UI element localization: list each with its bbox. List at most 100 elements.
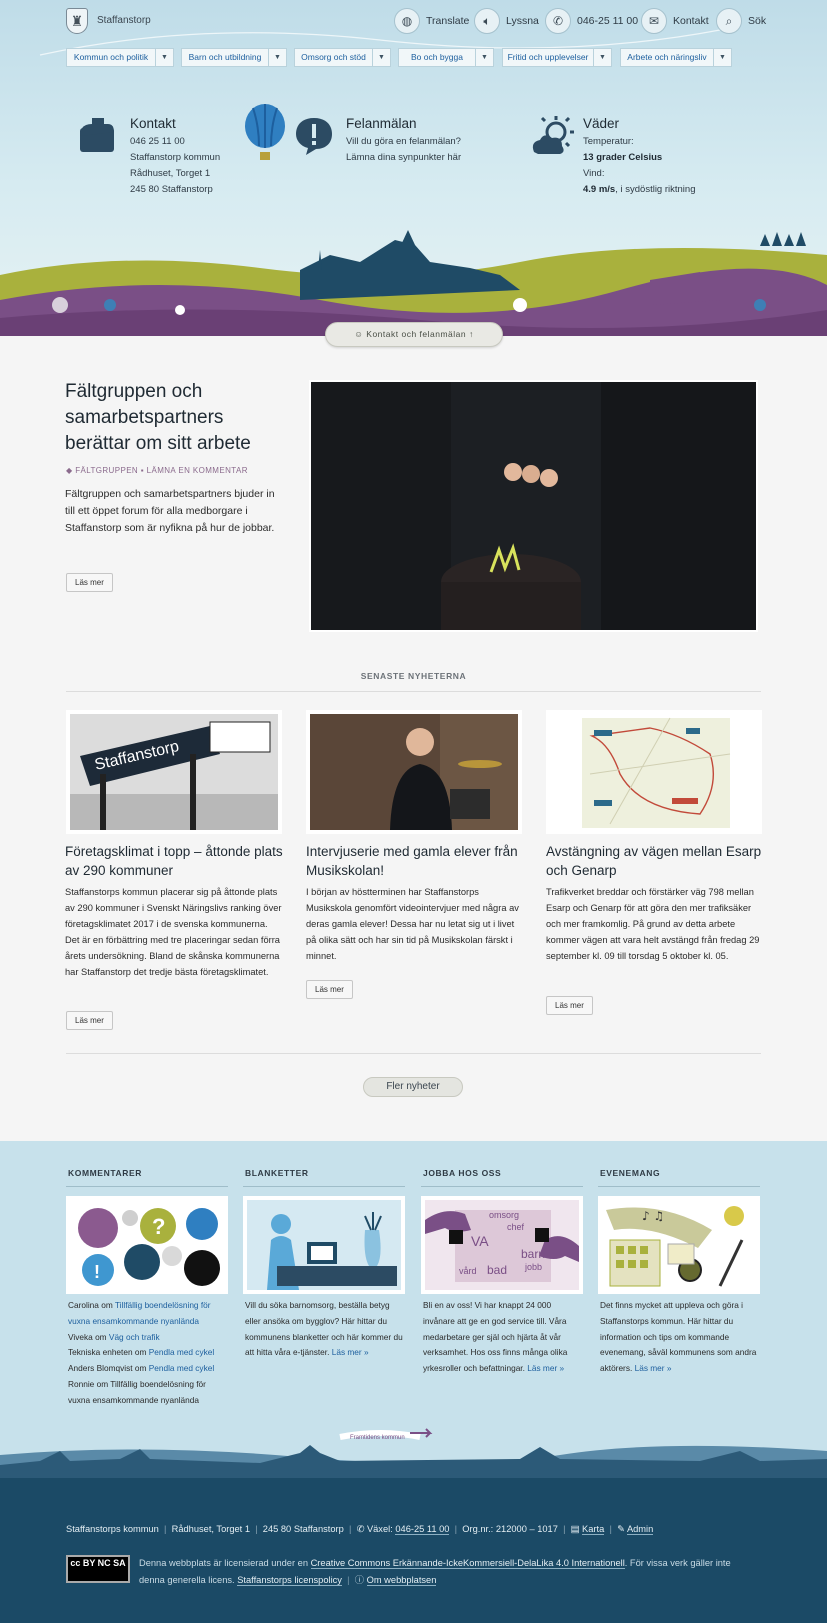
footer-postal: 245 80 Staffanstorp	[262, 1524, 344, 1534]
separator: |	[560, 1524, 569, 1534]
comment-link[interactable]: Pendla med cykel	[149, 1363, 215, 1373]
jobba-image[interactable]: omsorg chef VA barn jobb bad vård	[421, 1196, 583, 1294]
chevron-down-icon[interactable]: ▼	[372, 49, 390, 66]
news-title-2[interactable]: Intervjuserie med gamla elever från Musi…	[306, 842, 526, 880]
road-map-image	[550, 714, 758, 830]
separator: |	[252, 1524, 261, 1534]
feature-tag[interactable]: FÄLTGRUPPEN	[75, 466, 138, 475]
comment-item: Carolina om Tillfällig boendelösning för…	[68, 1298, 230, 1330]
feature-title[interactable]: Fältgruppen och samarbetspartners berätt…	[65, 379, 285, 457]
nav-item-fritid[interactable]: Fritid och upplevelser ▼	[502, 48, 612, 67]
listen-label: Lyssna	[506, 15, 539, 27]
translate-link[interactable]: ◍ Translate	[394, 8, 469, 34]
nav-item-arbete[interactable]: Arbete och näringsliv ▼	[620, 48, 732, 67]
comment-sep: om	[98, 1300, 115, 1310]
felanmalan-line[interactable]: Lämna dina synpunkter här	[346, 150, 461, 166]
news-read-more-1[interactable]: Läs mer	[66, 1011, 113, 1030]
speaker-icon: 🔈︎	[474, 8, 500, 34]
comment-author: Ronnie	[68, 1378, 95, 1389]
skyline-illustration: Framtidens kommun	[0, 1428, 827, 1485]
news-read-more-2[interactable]: Läs mer	[306, 980, 353, 999]
news-title-3[interactable]: Avstängning av vägen mellan Esarp och Ge…	[546, 842, 766, 880]
divider	[66, 1186, 228, 1187]
kommentarer-heading: KOMMENTARER	[68, 1168, 142, 1178]
wind-label: Vind:	[583, 168, 605, 179]
pencil-icon: ✎	[617, 1524, 627, 1534]
about-link[interactable]: Om webbplatsen	[366, 1575, 437, 1586]
nav-label: Omsorg och stöd	[301, 52, 366, 62]
evenemang-text: Det finns mycket att uppleva och göra i …	[600, 1300, 757, 1374]
banner-text: Framtidens kommun	[350, 1435, 405, 1441]
chevron-down-icon[interactable]: ▼	[713, 49, 731, 66]
crest-logo-icon[interactable]: ♜	[66, 8, 88, 34]
wind-direction: , i sydöstlig riktning	[615, 184, 696, 195]
nav-item-bo[interactable]: Bo och bygga ▼	[398, 48, 494, 67]
evenemang-image[interactable]: ♪ ♫	[598, 1196, 760, 1294]
divider	[421, 1186, 583, 1187]
comment-link[interactable]: Pendla med cykel	[149, 1347, 215, 1357]
site-name[interactable]: Staffanstorp	[97, 15, 151, 26]
search-icon: ⌕	[716, 8, 742, 34]
nav-item-omsorg[interactable]: Omsorg och stöd ▼	[294, 48, 391, 67]
chevron-down-icon[interactable]: ▼	[268, 49, 286, 66]
nav-item-barn[interactable]: Barn och utbildning ▼	[181, 48, 287, 67]
chevron-down-icon[interactable]: ▼	[475, 49, 493, 66]
nav-label: Arbete och näringsliv	[627, 52, 707, 62]
blanketter-read-more[interactable]: Läs mer »	[332, 1347, 369, 1357]
comment-author: Anders Blomqvist	[68, 1363, 133, 1374]
news-image-1[interactable]: Staffanstorp	[66, 710, 282, 834]
staffanstorp-sign-photo: Staffanstorp	[70, 714, 278, 830]
feature-meta: ◆ FÄLTGRUPPEN ▪ LÄMNA EN KOMMENTAR	[66, 466, 248, 475]
more-news-button[interactable]: Fler nyheter	[363, 1077, 463, 1097]
felanmalan-title[interactable]: Felanmälan	[346, 116, 461, 132]
comment-link[interactable]: Väg och trafik	[109, 1332, 160, 1342]
img-word: VA	[471, 1233, 489, 1249]
jobba-read-more[interactable]: Läs mer »	[527, 1363, 564, 1373]
separator: |	[161, 1524, 170, 1534]
nav-label: Fritid och upplevelser	[507, 52, 589, 62]
karta-link[interactable]: Karta	[582, 1524, 605, 1535]
jobba-text-block: Bli en av oss! Vi har knappt 24 000 invå…	[423, 1298, 585, 1377]
comment-item: Viveka om Väg och trafik	[68, 1330, 230, 1346]
tag-icon: ◆	[66, 466, 76, 475]
cc-license-badge[interactable]: cc BY NC SA	[66, 1555, 130, 1583]
phone-link[interactable]: ✆ 046-25 11 00	[545, 8, 638, 34]
contact-report-button[interactable]: ☺ Kontakt och felanmälan ↑	[325, 322, 503, 347]
news-text-3: Trafikverket breddar och förstärker väg …	[546, 887, 760, 961]
kontakt-line: 245 80 Staffanstorp	[130, 184, 213, 195]
kommentarer-image[interactable]: ? !	[66, 1196, 228, 1294]
news-image-3[interactable]	[546, 710, 762, 834]
license-link[interactable]: Creative Commons Erkännande-IckeKommersi…	[310, 1558, 625, 1569]
evenemang-read-more[interactable]: Läs mer »	[635, 1363, 672, 1373]
admin-link[interactable]: Admin	[626, 1524, 654, 1535]
news-section-title: SENASTE NYHETERNA	[360, 671, 467, 681]
contact-link[interactable]: ✉ Kontakt	[641, 8, 709, 34]
blanketter-image[interactable]	[243, 1196, 405, 1294]
nav-label: Bo och bygga	[411, 52, 463, 62]
puzzle-hands-illustration: omsorg chef VA barn jobb bad vård	[425, 1200, 579, 1290]
map-icon: ▤	[570, 1524, 583, 1534]
feature-comment-link[interactable]: LÄMNA EN KOMMENTAR	[147, 466, 248, 475]
news-title-1[interactable]: Företagsklimat i topp – åttonde plats av…	[65, 842, 285, 880]
footer	[0, 1478, 827, 1623]
chevron-down-icon[interactable]: ▼	[593, 49, 611, 66]
phone-icon: ✆	[356, 1524, 367, 1534]
nav-item-kommun[interactable]: Kommun och politik ▼	[66, 48, 174, 67]
news-read-more-3[interactable]: Läs mer	[546, 996, 593, 1015]
comment-author: Carolina	[68, 1300, 99, 1310]
separator: |	[344, 1575, 353, 1585]
felanmalan-block: Felanmälan Vill du göra en felanmälan? L…	[346, 116, 461, 166]
chevron-down-icon[interactable]: ▼	[155, 49, 173, 66]
news-image-2[interactable]	[306, 710, 522, 834]
feature-read-more-button[interactable]: Läs mer	[66, 573, 113, 592]
kontakt-line: Rådhuset, Torget 1	[130, 168, 211, 179]
feature-image[interactable]	[309, 380, 758, 632]
footer-address: Rådhuset, Torget 1	[171, 1524, 251, 1534]
img-word: barn	[521, 1247, 545, 1261]
listen-link[interactable]: 🔈︎ Lyssna	[474, 8, 539, 34]
search-link[interactable]: ⌕ Sök	[716, 8, 766, 34]
vaxel-link[interactable]: 046-25 11 00	[395, 1524, 450, 1535]
policy-link[interactable]: Staffanstorps licenspolicy	[237, 1575, 342, 1586]
kontakt-title[interactable]: Kontakt	[130, 116, 220, 132]
felanmalan-line[interactable]: Vill du göra en felanmälan?	[346, 134, 461, 150]
